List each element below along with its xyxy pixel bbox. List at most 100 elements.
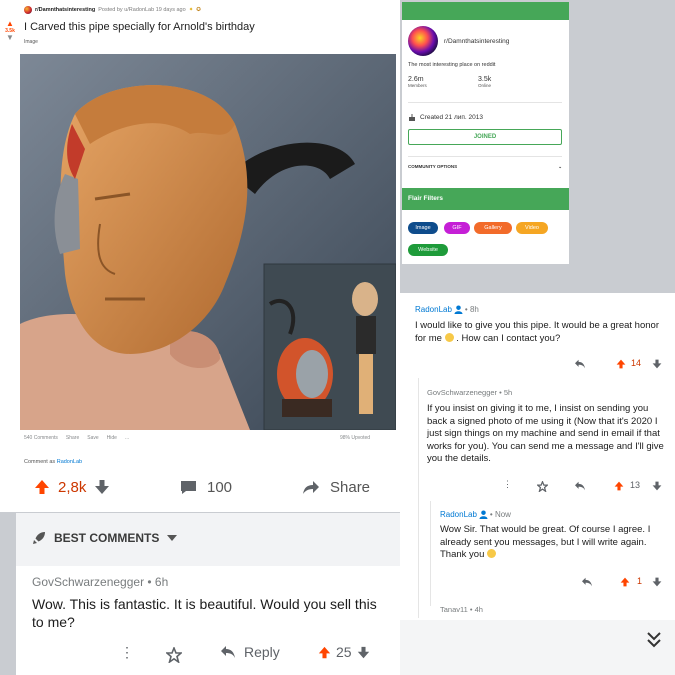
comment-bubble-icon [181,480,196,494]
user-badge-icon [479,510,488,519]
best-comment: GovSchwarzenegger • 6h Wow. This is fant… [16,566,400,675]
author-name[interactable]: RadonLab [440,510,477,519]
pipe-photo [20,54,396,430]
share-button[interactable]: Share [302,479,370,496]
flair-chip-video[interactable]: Video [516,222,548,234]
reply-arrow-icon[interactable] [574,481,586,491]
reply-button[interactable]: Reply [220,644,280,660]
post-card: ▲ 3.5k ▼ r/Damnthatsinteresting Posted b… [0,0,400,512]
downvote-arrow-icon[interactable] [652,359,662,369]
comment-score: 25 [336,644,352,660]
more-dots-icon[interactable]: ⋮ [120,644,134,661]
thread-comment-1-author: RadonLab • 8h [415,305,479,314]
members-stat: 2.6m Members [408,76,427,88]
thread-footer [400,620,675,675]
joined-button[interactable]: JOINED [408,129,562,145]
smile-emoji-icon [444,332,454,342]
upvote-arrow-icon[interactable] [34,479,50,495]
thread-comment-4-author[interactable]: Tanav11 • 4h [440,605,483,614]
downvote-arrow-icon[interactable] [357,646,370,659]
sidebar-subreddit-name[interactable]: r/Damnthatsinteresting [444,38,509,45]
thread-comment-3-author: RadonLab • Now [440,510,511,519]
comment-vote: 25 [318,644,370,660]
award-icon[interactable] [166,647,182,663]
post-title[interactable]: I Carved this pipe specially for Arnold'… [24,21,255,33]
members-label: Members [408,83,427,88]
comment-actions: ⋮ Reply 25 [16,644,400,666]
user-badge-icon [454,305,463,314]
downvote-arrow-icon[interactable] [94,479,110,495]
downvote-arrow-icon[interactable] [652,577,662,587]
comment-time: • Now [489,510,511,519]
author-name[interactable]: RadonLab [415,305,452,314]
upvote-arrow-icon[interactable] [616,359,626,369]
award-icon: ✦ [188,7,194,13]
flair-chip-gallery[interactable]: Gallery [474,222,512,234]
upvote-arrow-icon[interactable]: ▲ [2,20,18,28]
divider [408,156,562,157]
flair-filters: Image GIF Gallery Video Website [402,210,569,264]
hide-action[interactable]: Hide [107,435,117,441]
divider [408,102,562,103]
sort-selector[interactable]: BEST COMMENTS [32,531,178,545]
subreddit-link[interactable]: r/Damnthatsinteresting [35,7,95,13]
comment-text: . How can I contact you? [456,332,561,344]
posted-by: Posted by u/RadonLab 19 days ago [98,7,186,13]
reply-arrow-icon[interactable] [581,577,593,587]
post-meta: r/Damnthatsinteresting Posted by u/Radon… [24,6,201,14]
post-score: 2,8k [58,478,87,496]
downvote-arrow-icon[interactable]: ▼ [2,34,18,42]
flair-filters-header: Flair Filters [402,188,569,210]
subreddit-sidebar: r/Damnthatsinteresting The most interest… [402,2,569,264]
post-image[interactable] [20,54,396,430]
thread-comment-2-body: If you insist on giving it to me, I insi… [427,403,664,464]
award-icon[interactable] [537,481,548,492]
thread-line[interactable] [430,501,431,606]
community-options[interactable]: COMMUNITY OPTIONS ⌄ [408,164,562,170]
comment-thread: RadonLab • 8h I would like to give you t… [400,293,675,633]
upvote-arrow-icon[interactable] [318,646,331,659]
expand-thread-button[interactable] [640,629,668,651]
best-comments-bar[interactable]: BEST COMMENTS [16,513,400,566]
rocket-icon [33,532,45,544]
upvoted-percent: 98% Upvoted [340,435,371,441]
comments-action[interactable]: 540 Comments [24,435,58,441]
upvote-arrow-icon[interactable] [620,577,630,587]
more-dots-icon[interactable]: ⋮ [503,479,512,490]
flair-chip-website[interactable]: Website [408,244,448,256]
downvote-arrow-icon[interactable] [652,481,662,491]
comment-time: • 8h [464,305,479,314]
post-action-bar: 2,8k 100 Share [0,470,400,504]
thread-comment-2-author[interactable]: GovSchwarzenegger • 5h [427,388,512,397]
save-action[interactable]: Save [87,435,98,441]
community-options-label: COMMUNITY OPTIONS [408,164,458,169]
subreddit-logo[interactable] [408,26,438,56]
share-label: Share [330,478,371,496]
reply-arrow-icon [221,646,235,658]
flair-chip-gif[interactable]: GIF [444,222,470,234]
created-date: Created 21 лип. 2013 [408,113,483,121]
comment-as-prefix: Comment as [24,459,56,465]
share-action[interactable]: Share [66,435,79,441]
comments-button[interactable]: 100 [180,479,232,496]
sidebar-header [402,2,569,20]
comments-count: 100 [207,478,233,496]
comment-score: 1 [637,576,643,586]
smile-emoji-icon [487,549,497,558]
comment-author[interactable]: GovSchwarzenegger • 6h [32,575,168,589]
more-dots-icon[interactable]: ... [125,435,129,441]
online-label: Online [478,83,492,88]
reply-arrow-icon[interactable] [574,359,586,369]
comment-text: Wow Sir. That would be great. Of course … [440,524,651,560]
comment-score: 14 [631,358,642,368]
flair-chip-image[interactable]: Image [408,222,438,234]
thread-comment-3-body: Wow Sir. That would be great. Of course … [440,524,668,562]
sort-label: BEST COMMENTS [54,531,160,545]
comment-score: 13 [630,480,641,490]
comment-as-user[interactable]: RadonLab [57,459,82,465]
chevron-double-down-icon [647,632,661,648]
post-flair: Image [24,39,38,45]
upvote-arrow-icon[interactable] [614,481,624,491]
thread-comment-1-body: I would like to give you this pipe. It w… [415,320,665,345]
thread-comment-2-actions: ⋮ 13 [400,479,675,493]
